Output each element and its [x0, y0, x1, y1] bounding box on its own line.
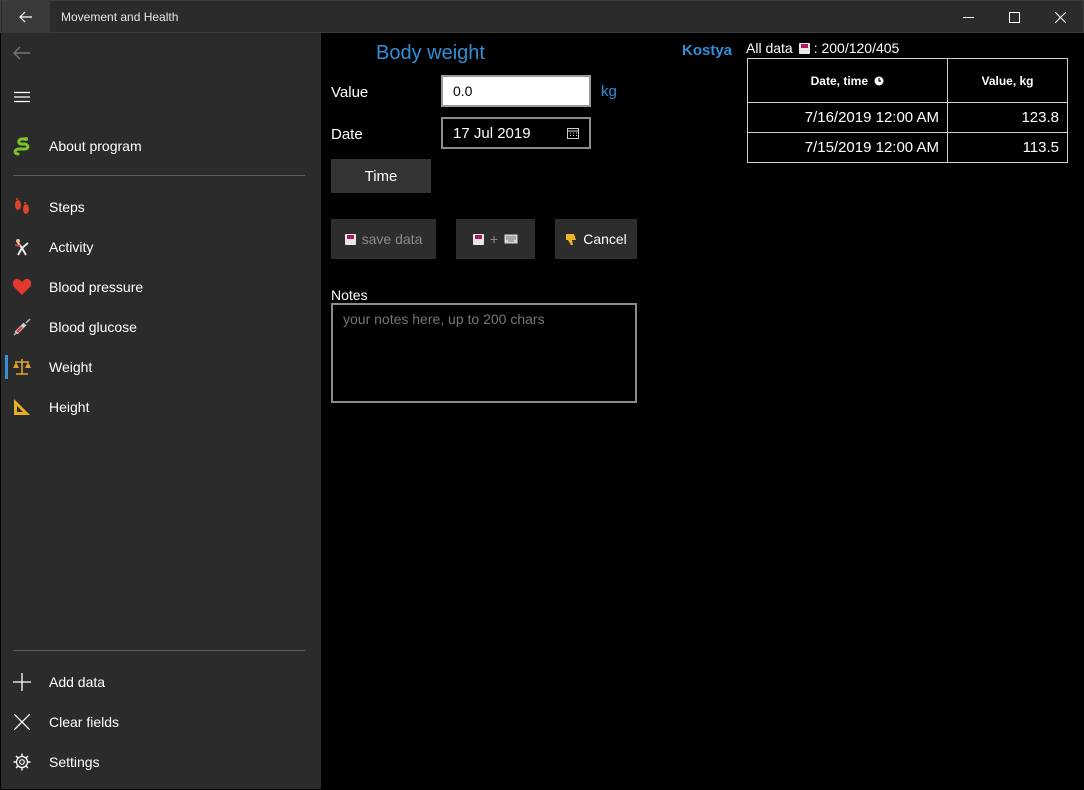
user-name: Kostya [682, 42, 733, 59]
sidebar-item-add-data[interactable]: Add data [1, 662, 321, 702]
snake-icon [13, 137, 30, 156]
maximize-icon [1008, 11, 1020, 23]
sidebar-item-blood-pressure[interactable]: Blood pressure [1, 267, 321, 307]
heart-icon [12, 278, 32, 295]
notes-textarea[interactable] [331, 303, 637, 403]
close-icon [14, 714, 30, 730]
cancel-button[interactable]: Cancel [555, 219, 637, 259]
floppy-disk-icon [798, 42, 810, 54]
sidebar-item-blood-glucose[interactable]: Blood glucose [1, 307, 321, 347]
page-title: Body weight [376, 42, 485, 64]
main-content: Body weight Value kg Date 17 Jul 2019 Ti… [321, 33, 1083, 789]
table-cell-value: 113.5 [947, 132, 1068, 163]
calendar-icon [567, 128, 579, 139]
close-window-icon [1054, 11, 1066, 23]
thumbs-down-icon [566, 233, 577, 245]
column-header-label: Date, time [810, 73, 868, 88]
save-data-label: save data [361, 231, 423, 247]
sidebar: About program Steps Activity Blood press… [1, 33, 321, 789]
table-row[interactable]: 7/15/2019 12:00 AM 113.5 [747, 132, 1068, 163]
hamburger-icon [14, 91, 30, 103]
all-data-label: All data [746, 40, 793, 56]
gymnast-icon [14, 239, 29, 256]
notes-label: Notes [331, 287, 368, 303]
floppy-disk-icon [472, 233, 484, 245]
back-button[interactable] [2, 1, 50, 33]
sidebar-back-button[interactable] [1, 33, 321, 73]
title-bar: Movement and Health [0, 0, 1084, 33]
column-header-date-time[interactable]: Date, time [747, 58, 948, 103]
save-and-new-button[interactable]: + [456, 219, 535, 259]
all-data-summary: All data : 200/120/405 [746, 40, 899, 56]
table-cell-date-time: 7/16/2019 12:00 AM [747, 102, 948, 133]
table-cell-value: 123.8 [947, 102, 1068, 133]
date-label: Date [331, 126, 363, 143]
table-header-row: Date, time Value, kg [747, 58, 1068, 103]
sidebar-item-label: Activity [49, 239, 94, 255]
sidebar-divider [13, 175, 305, 176]
minimize-icon [962, 16, 974, 18]
data-table: Date, time Value, kg 7/16/2019 12:00 AM … [747, 58, 1068, 163]
sidebar-divider [13, 650, 305, 651]
arrow-left-icon [19, 11, 32, 23]
sidebar-item-weight[interactable]: Weight [1, 347, 321, 387]
footprints-icon [15, 198, 29, 214]
close-button[interactable] [1037, 1, 1083, 33]
table-row[interactable]: 7/16/2019 12:00 AM 123.8 [747, 102, 1068, 133]
save-data-button[interactable]: save data [331, 219, 436, 259]
keyboard-icon [504, 234, 518, 244]
time-button[interactable]: Time [331, 159, 431, 193]
sidebar-item-activity[interactable]: Activity [1, 227, 321, 267]
floppy-disk-icon [344, 233, 356, 245]
sidebar-item-label: Add data [49, 674, 106, 690]
sidebar-item-label: Height [49, 399, 90, 415]
sidebar-item-label: Steps [49, 199, 85, 215]
clock-icon [874, 76, 884, 85]
plus-symbol: + [489, 231, 499, 247]
sidebar-item-label: Weight [49, 359, 93, 375]
triangular-ruler-icon [14, 399, 30, 415]
value-input[interactable] [441, 75, 591, 107]
column-header-value[interactable]: Value, kg [947, 58, 1068, 103]
hamburger-menu-button[interactable] [1, 77, 321, 117]
sidebar-item-about-program[interactable]: About program [1, 126, 321, 166]
date-picker[interactable]: 17 Jul 2019 [441, 117, 591, 149]
sidebar-item-settings[interactable]: Settings [1, 742, 321, 782]
scales-icon [13, 359, 31, 375]
syringe-icon [13, 318, 31, 336]
selection-indicator [5, 355, 8, 379]
cancel-label: Cancel [583, 231, 627, 247]
gear-icon [13, 753, 31, 771]
sidebar-item-label: Blood pressure [49, 279, 144, 295]
sidebar-item-steps[interactable]: Steps [1, 187, 321, 227]
date-value: 17 Jul 2019 [453, 124, 531, 142]
arrow-left-icon [13, 46, 30, 60]
window-title: Movement and Health [61, 10, 179, 24]
minimize-button[interactable] [945, 1, 991, 33]
sidebar-item-label: Blood glucose [49, 319, 137, 335]
unit-label: kg [601, 83, 617, 100]
time-button-label: Time [364, 167, 398, 185]
column-header-label: Value, kg [981, 73, 1034, 88]
table-cell-date-time: 7/15/2019 12:00 AM [747, 132, 948, 163]
all-data-counts: : 200/120/405 [813, 40, 900, 56]
plus-icon [13, 673, 31, 691]
sidebar-item-height[interactable]: Height [1, 387, 321, 427]
value-label: Value [331, 84, 369, 101]
sidebar-item-label: About program [49, 138, 142, 154]
sidebar-item-label: Settings [49, 754, 100, 770]
maximize-button[interactable] [991, 1, 1037, 33]
sidebar-item-label: Clear fields [49, 714, 120, 730]
sidebar-item-clear-fields[interactable]: Clear fields [1, 702, 321, 742]
